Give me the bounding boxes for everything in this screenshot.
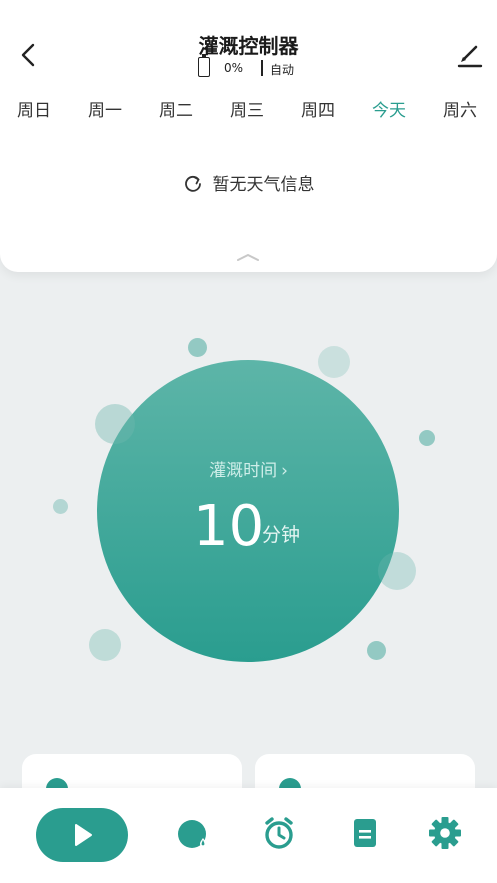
weather-text: 暂无天气信息 — [212, 175, 315, 195]
device-status: 0% 自动 — [0, 54, 497, 78]
decor-bubble — [318, 346, 350, 378]
tab-thursday[interactable]: 周四 — [301, 96, 335, 121]
divider — [261, 60, 263, 76]
decor-bubble — [419, 430, 435, 446]
tab-sunday[interactable]: 周日 — [17, 96, 51, 121]
decor-bubble — [89, 629, 121, 661]
top-panel: 灌溉控制器 0% 自动 周日 周一 周二 周三 周四 今天 周六 暂无天气信息 — [0, 0, 497, 272]
page-title: 灌溉控制器 — [198, 34, 299, 58]
play-icon — [75, 824, 92, 846]
irrigation-duration-value: 10 — [193, 494, 265, 559]
irrigation-duration-unit: 分钟 — [262, 524, 301, 546]
week-tabs: 周日 周一 周二 周三 周四 今天 周六 — [0, 96, 497, 121]
weather-info[interactable]: 暂无天气信息 — [0, 170, 497, 195]
water-stats-icon[interactable] — [176, 816, 210, 850]
chevron-right-icon: › — [281, 461, 288, 481]
irrigation-time-text: 灌溉时间 — [209, 461, 278, 481]
decor-bubble — [367, 641, 386, 660]
log-document-icon[interactable] — [348, 816, 382, 850]
edit-button[interactable] — [455, 40, 485, 70]
battery-icon — [198, 54, 210, 77]
tab-today[interactable]: 今天 — [372, 96, 406, 121]
decor-bubble — [378, 552, 416, 590]
header: 灌溉控制器 0% 自动 — [0, 0, 497, 88]
battery-level: 0% — [224, 61, 244, 75]
tab-tuesday[interactable]: 周二 — [159, 96, 193, 121]
alarm-clock-icon[interactable] — [262, 816, 296, 850]
start-irrigation-button[interactable] — [36, 808, 128, 862]
decor-bubble — [188, 338, 207, 357]
decor-bubble — [95, 404, 135, 444]
decor-bubble — [53, 499, 68, 514]
refresh-icon — [184, 175, 201, 192]
edit-pencil-icon — [457, 45, 483, 68]
settings-gear-icon[interactable] — [428, 816, 462, 850]
bottom-nav — [0, 788, 497, 883]
tab-monday[interactable]: 周一 — [88, 96, 122, 121]
tab-saturday[interactable]: 周六 — [443, 96, 477, 121]
tab-wednesday[interactable]: 周三 — [230, 96, 264, 121]
mode-label: 自动 — [270, 63, 295, 77]
collapse-chevron-icon[interactable] — [236, 252, 260, 262]
irrigation-time-label[interactable]: 灌溉时间 › — [0, 456, 497, 481]
